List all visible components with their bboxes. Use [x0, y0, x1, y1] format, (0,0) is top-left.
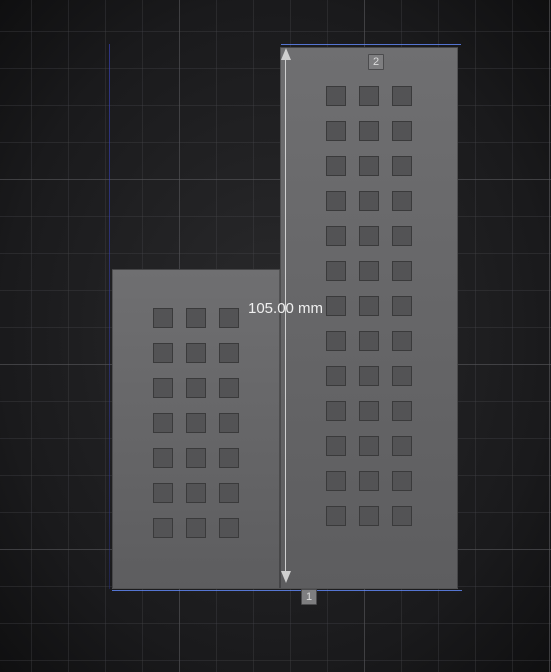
window-cutout	[359, 436, 379, 456]
window-cutout	[392, 471, 412, 491]
dimension-arrowhead-top	[281, 48, 291, 60]
window-cutout	[359, 191, 379, 211]
window-cutout	[359, 121, 379, 141]
window-cutout	[326, 86, 346, 106]
dimension-value-label[interactable]: 105.00 mm	[245, 300, 326, 317]
window-cutout	[392, 331, 412, 351]
window-cutout	[392, 86, 412, 106]
window-cutout	[392, 296, 412, 316]
window-cutout	[359, 296, 379, 316]
building-left-windows	[153, 308, 239, 538]
dimension-ext-line-bottom	[112, 590, 462, 591]
window-cutout	[186, 448, 206, 468]
window-cutout	[359, 226, 379, 246]
dimension-endpoint-badge-1[interactable]: 1	[301, 589, 317, 605]
window-cutout	[359, 506, 379, 526]
window-cutout	[326, 331, 346, 351]
window-cutout	[326, 401, 346, 421]
window-cutout	[359, 156, 379, 176]
building-right-windows	[326, 86, 412, 526]
axis-y-line	[109, 44, 110, 589]
window-cutout	[186, 308, 206, 328]
window-cutout	[219, 378, 239, 398]
window-cutout	[219, 343, 239, 363]
window-cutout	[153, 518, 173, 538]
window-cutout	[219, 483, 239, 503]
window-cutout	[326, 296, 346, 316]
window-cutout	[326, 366, 346, 386]
window-cutout	[219, 448, 239, 468]
window-cutout	[326, 261, 346, 281]
building-left[interactable]	[112, 269, 280, 589]
window-cutout	[153, 483, 173, 503]
window-cutout	[186, 378, 206, 398]
window-cutout	[359, 366, 379, 386]
window-cutout	[359, 261, 379, 281]
window-cutout	[153, 308, 173, 328]
window-cutout	[326, 191, 346, 211]
dimension-ext-line-top	[281, 44, 461, 45]
window-cutout	[153, 378, 173, 398]
window-cutout	[359, 331, 379, 351]
window-cutout	[219, 518, 239, 538]
window-cutout	[392, 506, 412, 526]
window-cutout	[219, 308, 239, 328]
window-cutout	[392, 191, 412, 211]
window-cutout	[392, 366, 412, 386]
window-cutout	[326, 156, 346, 176]
window-cutout	[219, 413, 239, 433]
window-cutout	[326, 121, 346, 141]
window-cutout	[326, 471, 346, 491]
window-cutout	[392, 156, 412, 176]
building-right[interactable]	[280, 47, 458, 589]
window-cutout	[186, 343, 206, 363]
window-cutout	[359, 86, 379, 106]
window-cutout	[153, 343, 173, 363]
window-cutout	[326, 506, 346, 526]
window-cutout	[392, 226, 412, 246]
window-cutout	[392, 401, 412, 421]
window-cutout	[392, 121, 412, 141]
window-cutout	[153, 448, 173, 468]
window-cutout	[392, 261, 412, 281]
window-cutout	[326, 226, 346, 246]
window-cutout	[186, 483, 206, 503]
dimension-endpoint-badge-2[interactable]: 2	[368, 54, 384, 70]
window-cutout	[186, 413, 206, 433]
window-cutout	[186, 518, 206, 538]
window-cutout	[359, 401, 379, 421]
window-cutout	[326, 436, 346, 456]
window-cutout	[392, 436, 412, 456]
window-cutout	[359, 471, 379, 491]
window-cutout	[153, 413, 173, 433]
dimension-arrowhead-bottom	[281, 571, 291, 583]
